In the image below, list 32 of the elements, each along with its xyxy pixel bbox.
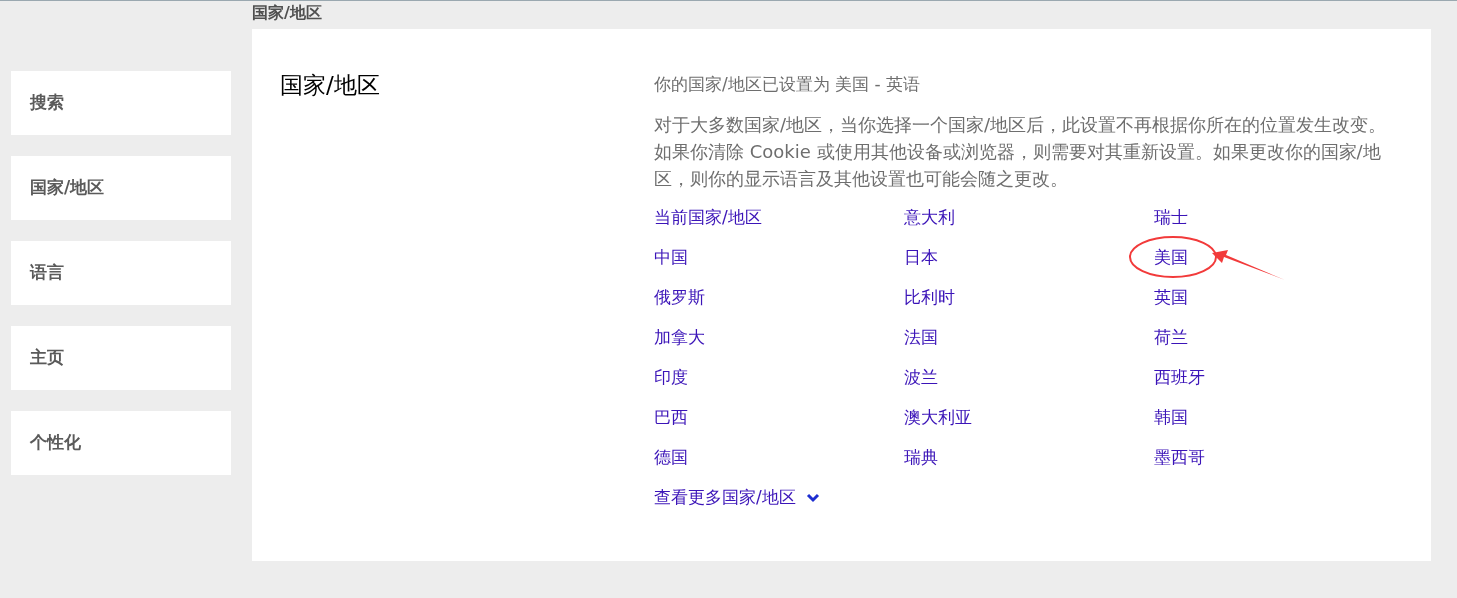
country-link[interactable]: 墨西哥 [1154,447,1205,468]
country-link[interactable]: 英国 [1154,287,1188,308]
country-link[interactable]: 瑞典 [904,447,938,468]
sidebar-item[interactable]: 个性化 [11,411,231,475]
country-link[interactable]: 印度 [654,367,688,388]
country-link[interactable]: 荷兰 [1154,327,1188,348]
country-link[interactable]: 比利时 [904,287,955,308]
country-link[interactable]: 加拿大 [654,327,705,348]
country-link[interactable]: 瑞士 [1154,207,1188,228]
sidebar-item[interactable]: 国家/地区 [11,156,231,220]
chevron-down-icon [805,493,820,503]
sidebar-item[interactable]: 语言 [11,241,231,305]
current-setting: 你的国家/地区已设置为 美国 - 英语 [654,73,922,96]
country-link[interactable]: 意大利 [904,207,955,228]
country-link[interactable]: 波兰 [904,367,938,388]
country-link[interactable]: 当前国家/地区 [654,207,762,228]
country-link[interactable]: 韩国 [1154,407,1188,428]
country-link[interactable]: 中国 [654,247,688,268]
country-link[interactable]: 法国 [904,327,938,348]
country-link[interactable]: 西班牙 [1154,367,1205,388]
country-link[interactable]: 日本 [904,247,938,268]
card-title: 国家/地区 [280,71,381,100]
see-more-link[interactable]: 查看更多国家/地区 [654,478,1404,518]
country-link[interactable]: 澳大利亚 [904,407,972,428]
country-link[interactable]: 巴西 [654,407,688,428]
country-link[interactable]: 德国 [654,447,688,468]
sidebar-item[interactable]: 主页 [11,326,231,390]
country-link[interactable]: 美国 [1154,247,1188,268]
section-heading: 国家/地区 [252,2,323,24]
description: 对于大多数国家/地区，当你选择一个国家/地区后，此设置不再根据你所在的位置发生改变。如果你清除 Cookie 或使用其他设备或浏览器，则需要对其重新设置。如果更改你的国家/地区，则你的显示语言及其他设置也可能会随之更改。 [654,113,1388,191]
sidebar-item[interactable]: 搜索 [11,71,231,135]
country-link[interactable]: 俄罗斯 [654,287,705,308]
